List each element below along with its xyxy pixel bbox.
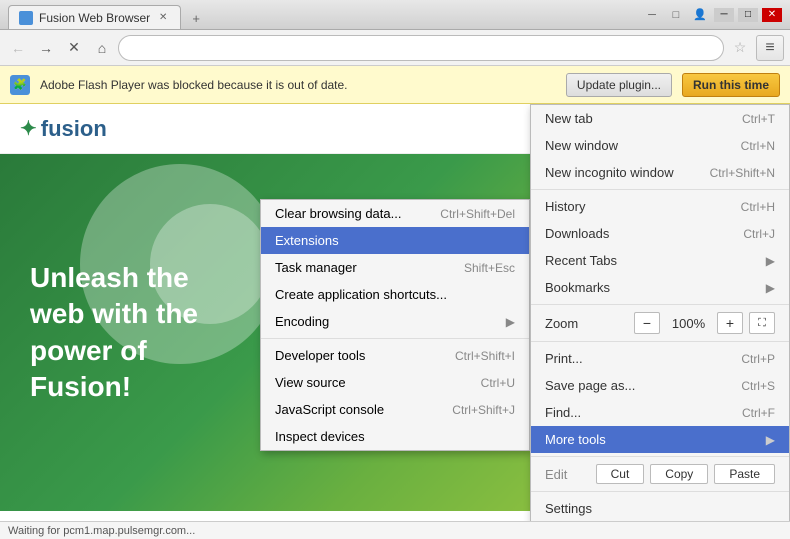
site-header: ✦ fusion HOME FEATU... xyxy=(0,104,790,154)
maximize-button[interactable]: □ xyxy=(666,8,686,22)
status-bar: Waiting for pcm1.map.pulsemgr.com... xyxy=(0,521,790,539)
tab-close-button[interactable]: ✕ xyxy=(156,11,170,25)
reload-button[interactable]: ✕ xyxy=(62,36,86,60)
home-button[interactable]: ⌂ xyxy=(90,36,114,60)
forward-button[interactable]: → xyxy=(34,36,58,60)
tab-favicon xyxy=(19,11,33,25)
hero-text: Unleash theweb with thepower ofFusion! xyxy=(30,260,198,406)
bookmark-star[interactable]: ☆ xyxy=(728,36,752,60)
hero-graphic xyxy=(590,378,710,481)
back-button[interactable]: ← xyxy=(6,36,30,60)
update-plugin-button[interactable]: Update plugin... xyxy=(566,73,672,97)
nav-bar: ← → ✕ ⌂ ☆ ≡ xyxy=(0,30,790,66)
minimize-button[interactable]: ─ xyxy=(642,8,662,22)
run-this-time-button[interactable]: Run this time xyxy=(682,73,780,97)
url-bar[interactable] xyxy=(118,35,724,61)
active-tab[interactable]: Fusion Web Browser ✕ xyxy=(8,5,181,29)
tab-label: Fusion Web Browser xyxy=(39,11,150,25)
logo-text: fusion xyxy=(41,116,107,142)
nav-features[interactable]: FEATU... xyxy=(717,121,770,136)
new-tab-button[interactable]: + xyxy=(181,7,211,29)
page-content: ✦ fusion HOME FEATU... Unleash theweb wi… xyxy=(0,104,790,521)
scrollbar[interactable] xyxy=(778,104,790,521)
hero-section: Unleash theweb with thepower ofFusion! xyxy=(0,154,790,511)
status-text: Waiting for pcm1.map.pulsemgr.com... xyxy=(8,525,195,537)
site-nav: HOME FEATU... xyxy=(658,121,770,136)
tab-area: Fusion Web Browser ✕ + xyxy=(8,0,642,29)
nav-home[interactable]: HOME xyxy=(658,121,697,136)
window-controls: ─ □ 👤 ─ □ ✕ xyxy=(642,8,782,22)
logo-icon: ✦ xyxy=(20,116,37,141)
minimize-btn[interactable]: ─ xyxy=(714,8,734,22)
flash-icon: 🧩 xyxy=(10,75,30,95)
close-btn[interactable]: ✕ xyxy=(762,8,782,22)
profile-icon[interactable]: 👤 xyxy=(690,8,710,22)
flash-bar: 🧩 Adobe Flash Player was blocked because… xyxy=(0,66,790,104)
restore-btn[interactable]: □ xyxy=(738,8,758,22)
title-bar: Fusion Web Browser ✕ + ─ □ 👤 ─ □ ✕ xyxy=(0,0,790,30)
scrollbar-thumb[interactable] xyxy=(780,106,790,166)
site-logo: ✦ fusion xyxy=(20,116,107,142)
chrome-menu-button[interactable]: ≡ xyxy=(756,35,784,61)
flash-message: Adobe Flash Player was blocked because i… xyxy=(40,78,556,92)
